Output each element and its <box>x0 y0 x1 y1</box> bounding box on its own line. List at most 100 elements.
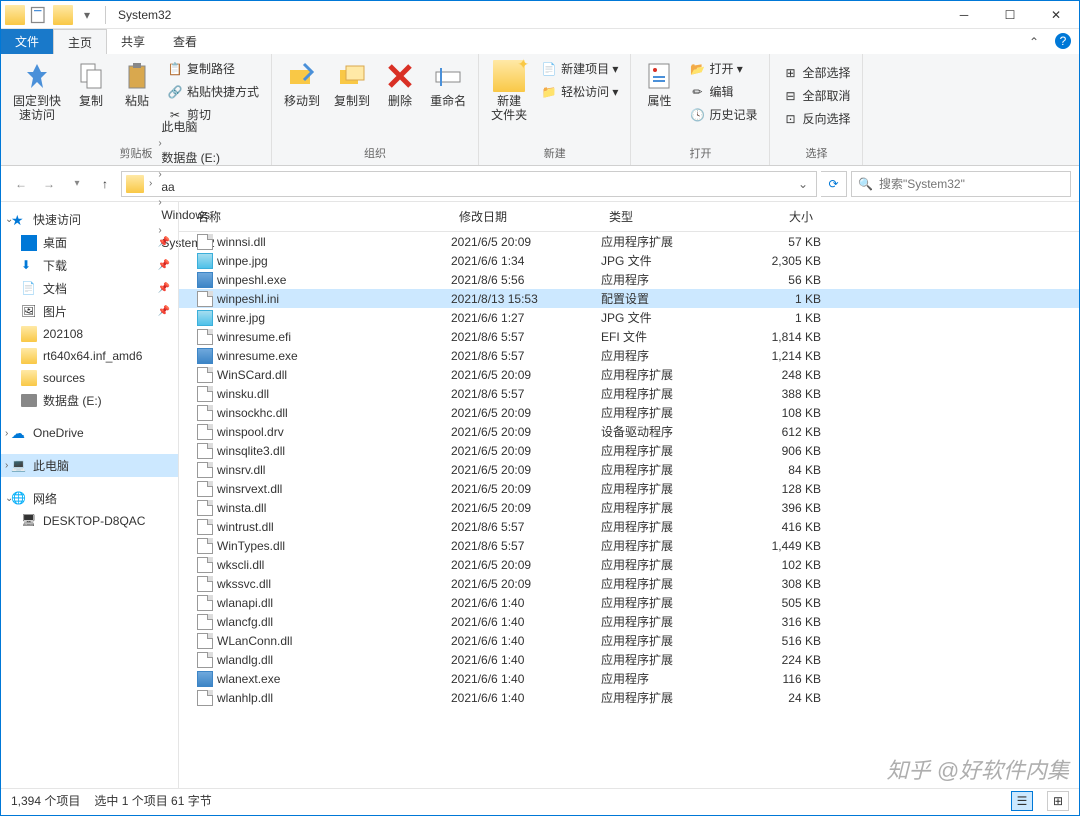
up-button[interactable]: ↑ <box>93 172 117 196</box>
file-row[interactable]: winresume.efi2021/8/6 5:57EFI 文件1,814 KB <box>179 327 1079 346</box>
column-type[interactable]: 类型 <box>601 206 721 227</box>
file-row[interactable]: winresume.exe2021/8/6 5:57应用程序1,214 KB <box>179 346 1079 365</box>
nav-this-pc[interactable]: ›💻此电脑 <box>1 454 178 477</box>
file-row[interactable]: winnsi.dll2021/6/5 20:09应用程序扩展57 KB <box>179 232 1079 251</box>
file-list[interactable]: winnsi.dll2021/6/5 20:09应用程序扩展57 KBwinpe… <box>179 232 1079 788</box>
nav-downloads[interactable]: ⬇下载📌 <box>1 254 178 277</box>
nav-onedrive[interactable]: ›☁OneDrive <box>1 422 178 444</box>
properties-button[interactable]: 属性 <box>637 56 681 112</box>
file-row[interactable]: wkssvc.dll2021/6/5 20:09应用程序扩展308 KB <box>179 574 1079 593</box>
file-row[interactable]: winpeshl.ini2021/8/13 15:53配置设置1 KB <box>179 289 1079 308</box>
nav-folder-202108[interactable]: 202108 <box>1 323 178 345</box>
paste-button[interactable]: 粘贴 <box>115 56 159 112</box>
maximize-button[interactable]: ☐ <box>987 1 1033 29</box>
nav-folder-sources[interactable]: sources <box>1 367 178 389</box>
expand-icon[interactable]: ⌄ <box>5 493 13 504</box>
tab-home[interactable]: 主页 <box>53 29 107 54</box>
pin-to-quick-access-button[interactable]: 固定到快 速访问 <box>7 56 67 127</box>
file-row[interactable]: winsrv.dll2021/6/5 20:09应用程序扩展84 KB <box>179 460 1079 479</box>
rename-button[interactable]: 重命名 <box>424 56 472 112</box>
column-date[interactable]: 修改日期 <box>451 206 601 227</box>
file-row[interactable]: wlandlg.dll2021/6/6 1:40应用程序扩展224 KB <box>179 650 1079 669</box>
nav-folder-rt640[interactable]: rt640x64.inf_amd6 <box>1 345 178 367</box>
column-size[interactable]: 大小 <box>721 206 821 227</box>
breadcrumb-segment[interactable]: 数据盘 (E:) <box>155 149 226 166</box>
select-none-button[interactable]: ⊟全部取消 <box>778 85 854 106</box>
copy-button[interactable]: 复制 <box>69 56 113 112</box>
tab-share[interactable]: 共享 <box>107 29 159 54</box>
new-folder-button[interactable]: ✦ 新建 文件夹 <box>485 56 533 127</box>
file-type: 应用程序扩展 <box>601 233 721 250</box>
file-row[interactable]: WLanConn.dll2021/6/6 1:40应用程序扩展516 KB <box>179 631 1079 650</box>
file-row[interactable]: wkscli.dll2021/6/5 20:09应用程序扩展102 KB <box>179 555 1079 574</box>
file-row[interactable]: WinTypes.dll2021/8/6 5:57应用程序扩展1,449 KB <box>179 536 1079 555</box>
qat-properties-icon[interactable] <box>29 5 49 25</box>
file-row[interactable]: winspool.drv2021/6/5 20:09设备驱动程序612 KB <box>179 422 1079 441</box>
expand-icon[interactable]: › <box>5 460 8 471</box>
details-view-button[interactable]: ☰ <box>1011 791 1033 811</box>
file-row[interactable]: winpeshl.exe2021/8/6 5:56应用程序56 KB <box>179 270 1079 289</box>
minimize-button[interactable]: ─ <box>941 1 987 29</box>
delete-button[interactable]: 删除 <box>378 56 422 112</box>
file-name: wlandlg.dll <box>217 653 273 667</box>
move-to-button[interactable]: 移动到 <box>278 56 326 112</box>
chevron-icon[interactable]: › <box>155 138 164 149</box>
history-button[interactable]: 🕓历史记录 <box>685 104 761 125</box>
file-row[interactable]: wlancfg.dll2021/6/6 1:40应用程序扩展316 KB <box>179 612 1079 631</box>
nav-desktop-pc[interactable]: 🖥DESKTOP-D8QAC <box>1 510 178 532</box>
easy-access-button[interactable]: 📁轻松访问 ▾ <box>537 81 622 102</box>
column-headers[interactable]: 名称 修改日期 类型 大小 <box>179 202 1079 232</box>
edit-button[interactable]: ✏编辑 <box>685 81 761 102</box>
file-row[interactable]: wintrust.dll2021/8/6 5:57应用程序扩展416 KB <box>179 517 1079 536</box>
nav-documents[interactable]: 📄文档📌 <box>1 277 178 300</box>
new-item-button[interactable]: 📄新建项目 ▾ <box>537 58 622 79</box>
chevron-icon[interactable]: › <box>155 169 164 180</box>
navigation-pane[interactable]: ⌄★快速访问 桌面📌 ⬇下载📌 📄文档📌 🖼图片📌 202108 rt640x6… <box>1 202 179 788</box>
file-row[interactable]: winsku.dll2021/8/6 5:57应用程序扩展388 KB <box>179 384 1079 403</box>
file-name: wintrust.dll <box>217 520 274 534</box>
chevron-icon[interactable]: › <box>146 178 155 189</box>
expand-icon[interactable]: › <box>5 428 8 439</box>
select-all-button[interactable]: ⊞全部选择 <box>778 62 854 83</box>
invert-selection-button[interactable]: ⊡反向选择 <box>778 108 854 129</box>
search-box[interactable]: 🔍 <box>851 171 1071 197</box>
file-row[interactable]: winpe.jpg2021/6/6 1:34JPG 文件2,305 KB <box>179 251 1079 270</box>
qat-new-folder-icon[interactable] <box>53 5 73 25</box>
address-dropdown-icon[interactable]: ⌄ <box>792 177 814 191</box>
paste-shortcut-button[interactable]: 🔗粘贴快捷方式 <box>163 81 263 102</box>
file-row[interactable]: WinSCard.dll2021/6/5 20:09应用程序扩展248 KB <box>179 365 1079 384</box>
column-name[interactable]: 名称 <box>179 206 451 227</box>
close-button[interactable]: ✕ <box>1033 1 1079 29</box>
tab-file[interactable]: 文件 <box>1 29 53 54</box>
recent-locations-button[interactable]: ▾ <box>65 172 89 196</box>
nav-desktop[interactable]: 桌面📌 <box>1 231 178 254</box>
file-row[interactable]: winsrvext.dll2021/6/5 20:09应用程序扩展128 KB <box>179 479 1079 498</box>
file-row[interactable]: wlanext.exe2021/6/6 1:40应用程序116 KB <box>179 669 1079 688</box>
qat-dropdown-icon[interactable]: ▾ <box>77 5 97 25</box>
large-icons-view-button[interactable]: ⊞ <box>1047 791 1069 811</box>
expand-icon[interactable]: ⌄ <box>5 214 13 225</box>
file-row[interactable]: winre.jpg2021/6/6 1:27JPG 文件1 KB <box>179 308 1079 327</box>
nav-data-drive[interactable]: 数据盘 (E:) <box>1 389 178 412</box>
collapse-ribbon-icon[interactable]: ⌃ <box>1021 29 1047 54</box>
refresh-button[interactable]: ⟳ <box>821 171 847 197</box>
nav-quick-access[interactable]: ⌄★快速访问 <box>1 208 178 231</box>
file-row[interactable]: winsockhc.dll2021/6/5 20:09应用程序扩展108 KB <box>179 403 1079 422</box>
nav-pictures[interactable]: 🖼图片📌 <box>1 300 178 323</box>
nav-network[interactable]: ⌄🌐网络 <box>1 487 178 510</box>
file-row[interactable]: wlanapi.dll2021/6/6 1:40应用程序扩展505 KB <box>179 593 1079 612</box>
copy-to-button[interactable]: 复制到 <box>328 56 376 112</box>
file-row[interactable]: winsqlite3.dll2021/6/5 20:09应用程序扩展906 KB <box>179 441 1079 460</box>
search-input[interactable] <box>879 177 1064 191</box>
back-button[interactable]: ← <box>9 172 33 196</box>
forward-button[interactable]: → <box>37 172 61 196</box>
breadcrumb-segment[interactable]: aa <box>155 180 226 194</box>
address-bar[interactable]: › 此电脑›数据盘 (E:)›aa›Windows›System32 ⌄ <box>121 171 817 197</box>
file-row[interactable]: wlanhlp.dll2021/6/6 1:40应用程序扩展24 KB <box>179 688 1079 707</box>
copy-path-button[interactable]: 📋复制路径 <box>163 58 263 79</box>
help-icon[interactable]: ? <box>1055 33 1071 49</box>
tab-view[interactable]: 查看 <box>159 29 211 54</box>
open-button[interactable]: 📂打开 ▾ <box>685 58 761 79</box>
breadcrumb-segment[interactable]: 此电脑 <box>155 118 226 135</box>
file-row[interactable]: winsta.dll2021/6/5 20:09应用程序扩展396 KB <box>179 498 1079 517</box>
